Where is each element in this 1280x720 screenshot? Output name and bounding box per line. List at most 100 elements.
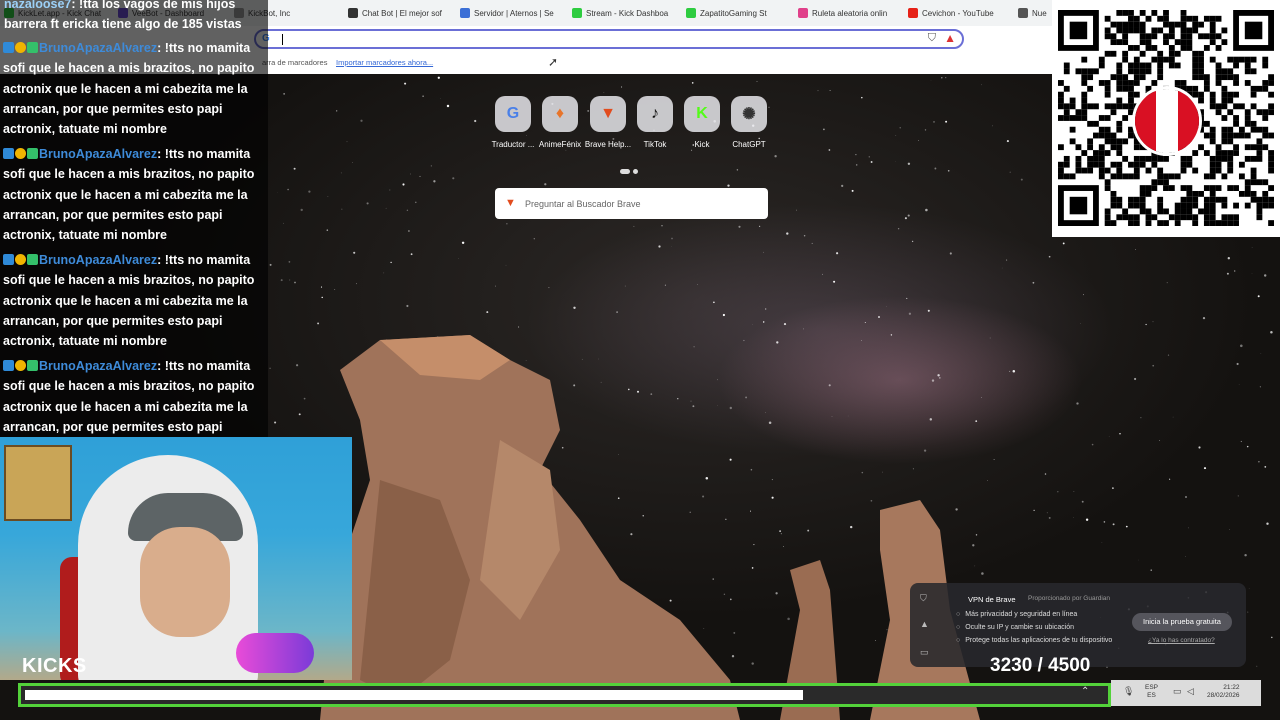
qr-module <box>1133 167 1140 174</box>
clock[interactable]: 21:22 28/02/2026 <box>1207 684 1240 700</box>
star <box>722 313 726 317</box>
qr-module <box>1122 138 1129 145</box>
star <box>1256 665 1258 667</box>
qr-module <box>1128 202 1134 209</box>
qr-module <box>1203 208 1210 215</box>
qr-module <box>1122 155 1129 162</box>
star <box>945 77 947 79</box>
browser-tab[interactable]: Servidor | Aternos | Se <box>460 6 554 20</box>
qr-module <box>1180 155 1187 162</box>
qr-module <box>1104 126 1111 133</box>
brave-search-box[interactable]: ▼ Preguntar al Buscador Brave <box>495 188 768 219</box>
qr-module <box>1192 15 1199 22</box>
star <box>1270 331 1273 334</box>
chat-username: BrunoApazaAlvarez <box>39 41 158 55</box>
star <box>831 415 833 417</box>
qr-module <box>1262 80 1269 86</box>
qr-module <box>1192 167 1199 174</box>
star <box>415 201 417 204</box>
input-language[interactable]: ESP ES <box>1145 684 1158 700</box>
chevron-up-icon[interactable]: ⌃ <box>1081 686 1089 697</box>
star <box>938 377 941 379</box>
warning-icon: ▲ <box>920 619 929 629</box>
qr-module <box>1244 68 1251 75</box>
qr-module <box>1221 138 1228 145</box>
qr-module <box>1209 33 1216 40</box>
qr-module <box>1093 150 1099 156</box>
qr-module <box>1063 68 1070 75</box>
star <box>283 93 285 95</box>
qr-module <box>1128 196 1134 203</box>
shortcut-page-dots[interactable] <box>620 161 641 179</box>
star <box>1083 294 1084 296</box>
qr-module <box>1145 62 1152 69</box>
qr-module <box>1139 74 1146 81</box>
already-subscribed-link[interactable]: ¿Ya lo has contratado? <box>1148 637 1215 644</box>
star <box>1112 523 1115 526</box>
star <box>1234 270 1236 272</box>
browser-tab[interactable]: Nue <box>1018 6 1047 20</box>
qr-module <box>1268 196 1274 203</box>
qr-module <box>1192 214 1199 221</box>
start-trial-button[interactable]: Inicia la prueba gratuita <box>1132 613 1232 631</box>
star <box>406 209 409 211</box>
qr-module <box>1122 214 1129 221</box>
star <box>822 273 823 275</box>
qr-module <box>1163 39 1169 46</box>
qr-module <box>1098 56 1105 63</box>
qr-module <box>1233 144 1239 151</box>
brave-rewards-icon[interactable]: ▲ <box>944 31 956 45</box>
browser-tab[interactable]: Chat Bot | El mejor sof <box>348 6 442 20</box>
qr-module <box>1168 62 1175 69</box>
qr-module <box>1186 27 1193 34</box>
star <box>440 98 441 99</box>
qr-module <box>1139 50 1146 57</box>
star <box>1057 491 1059 493</box>
browser-tab[interactable]: Ruleta aleatoria onlin <box>798 6 887 20</box>
qr-module <box>1203 132 1210 139</box>
star <box>287 188 289 191</box>
brave-shields-icon[interactable]: ⛉ <box>928 32 936 45</box>
chat-username: BrunoApazaAlvarez <box>39 253 158 267</box>
qr-module <box>1250 155 1257 162</box>
tab-favicon-icon <box>460 8 470 18</box>
star <box>828 149 831 151</box>
address-bar[interactable]: G ⛉ ▲ <box>254 29 964 49</box>
qr-module <box>1192 150 1199 156</box>
qr-module <box>1180 185 1187 191</box>
browser-tab[interactable]: Stream - Kick Dashboa <box>572 6 668 20</box>
qr-module <box>1238 56 1245 63</box>
qr-module <box>1145 68 1152 75</box>
qr-module <box>1209 56 1216 63</box>
qr-module <box>1209 103 1216 110</box>
qr-module <box>1268 74 1274 81</box>
browser-tab[interactable]: Cevichon - YouTube <box>908 6 994 20</box>
microphone-tray-icon[interactable]: 🎙 <box>1123 686 1134 697</box>
star <box>366 202 369 205</box>
qr-module <box>1128 10 1134 16</box>
import-bookmarks-link[interactable]: Importar marcadores ahora... <box>336 58 433 67</box>
qr-module <box>1262 144 1269 151</box>
qr-module <box>1180 214 1187 221</box>
qr-module <box>1233 120 1239 127</box>
qr-module <box>1110 144 1117 151</box>
qr-module <box>1063 85 1070 92</box>
star <box>890 334 893 336</box>
network-icon[interactable]: ▭ <box>1173 686 1182 697</box>
qr-module <box>1250 68 1257 75</box>
qr-module <box>1215 220 1222 226</box>
qr-module <box>1198 50 1204 57</box>
qr-module <box>1128 220 1134 226</box>
qr-module <box>1058 97 1064 104</box>
qr-module <box>1168 214 1175 221</box>
qr-module <box>1145 155 1152 162</box>
star <box>505 264 507 266</box>
qr-module <box>1192 56 1199 63</box>
volume-icon[interactable]: ◁ <box>1187 686 1194 697</box>
qr-module <box>1215 15 1222 22</box>
star <box>446 104 450 108</box>
qr-module <box>1227 138 1234 145</box>
browser-tab[interactable]: ZapatitoGaming St <box>686 6 767 20</box>
newtab-shortcut[interactable]: ✺ ChatGPT <box>721 96 777 149</box>
qr-module <box>1250 190 1257 197</box>
